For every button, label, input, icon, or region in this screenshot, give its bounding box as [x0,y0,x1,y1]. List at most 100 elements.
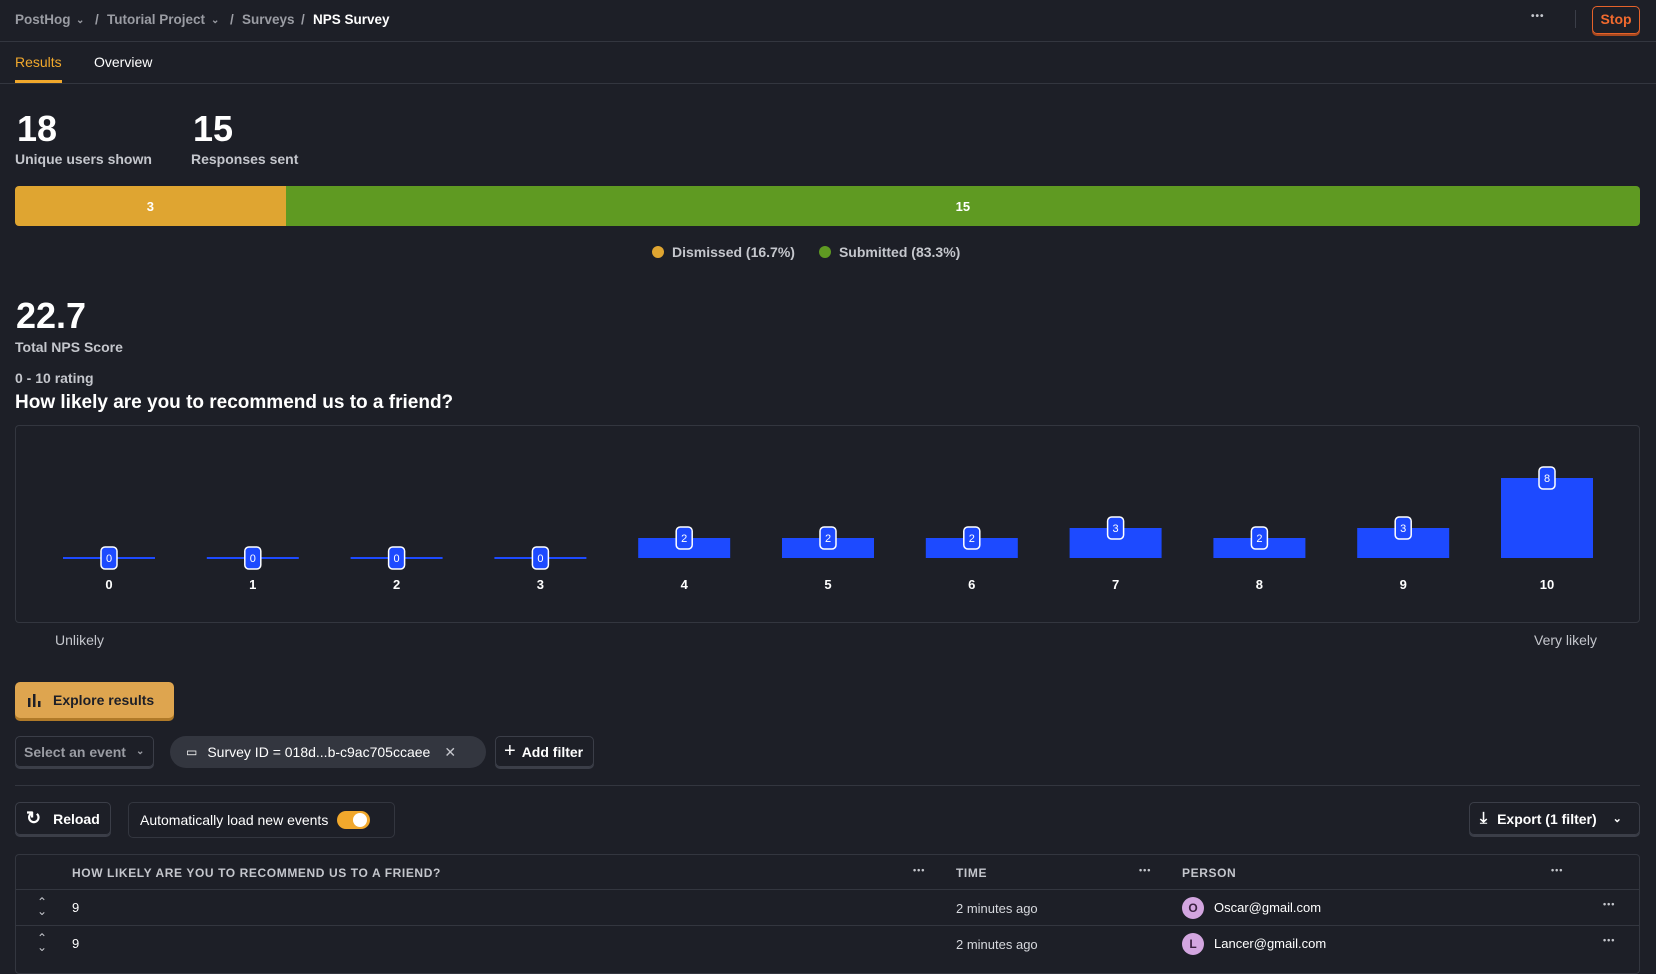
column-menu-button[interactable]: ••• [1139,865,1151,875]
divider [15,785,1640,786]
progress-legend: Dismissed (16.7%) Submitted (83.3%) [652,244,960,260]
breadcrumb-project[interactable]: Tutorial Project [107,12,205,27]
chevron-down-icon[interactable]: ⌄ [211,15,219,26]
rating-chart: 0 0 0 1 0 2 0 3 2 4 2 5 2 6 3 7 2 8 3 9 8 10 [15,425,1640,623]
explore-results-button[interactable]: Explore results [15,682,174,718]
question-text: How likely are you to recommend us to a … [15,392,454,413]
plus-icon: + [504,740,516,762]
data-label: 0 [106,553,112,565]
time-cell: 2 minutes ago [956,937,1038,952]
person-cell[interactable]: Lancer@gmail.com [1214,936,1326,951]
top-bar: PostHog ⌄ / Tutorial Project ⌄ / Surveys… [0,0,1656,42]
dismissed-dot-icon [652,246,664,258]
breadcrumb-surveys[interactable]: Surveys [242,12,295,27]
column-header-answer[interactable]: HOW LIKELY ARE YOU TO RECOMMEND US TO A … [72,866,441,880]
unique-users-shown-label: Unique users shown [15,151,152,167]
auto-load-toggle-container: Automatically load new events [128,802,395,838]
unique-users-shown-value: 18 [17,108,58,149]
data-label: 0 [394,553,400,565]
x-tick-label: 1 [249,577,256,592]
active-tab-indicator [15,80,62,83]
explore-results-label: Explore results [53,692,155,708]
auto-load-label: Automatically load new events [140,812,329,828]
nps-score-label: Total NPS Score [15,339,123,355]
tab-overview[interactable]: Overview [94,54,152,70]
x-tick-label: 0 [105,577,112,592]
breadcrumb-current: NPS Survey [313,12,390,27]
close-icon[interactable]: ✕ [444,744,456,761]
table-row[interactable]: ⌃ ⌄ 9 2 minutes ago L Lancer@gmail.com ••… [15,925,1640,961]
filter-chip-label: Survey ID = 018d...b-c9ac705ccaee [207,744,431,760]
breadcrumb-org[interactable]: PostHog [15,12,71,27]
column-menu-button[interactable]: ••• [913,865,925,875]
very-likely-label: Very likely [1534,632,1598,648]
x-tick-label: 2 [393,577,400,592]
answer-cell: 9 [72,936,80,951]
row-menu-button[interactable]: ••• [1603,899,1615,909]
reload-button[interactable]: ↻ Reload [15,802,111,835]
data-label: 0 [537,553,543,565]
rating-chart-svg: 00010203242526372839810 [63,466,1593,592]
reload-label: Reload [53,810,100,827]
column-header-person[interactable]: PERSON [1182,866,1236,880]
auto-load-toggle[interactable] [337,811,371,829]
chevron-down-icon[interactable]: ⌄ [76,15,84,26]
person-cell[interactable]: Oscar@gmail.com [1214,900,1321,915]
export-button[interactable]: ⤓ Export (1 filter) ⌄ [1469,802,1640,835]
select-event-label: Select an event [24,743,126,760]
nps-score-value: 22.7 [16,295,87,336]
question-type: 0 - 10 rating [15,370,94,386]
data-label: 2 [825,533,831,545]
data-label: 3 [1113,523,1119,535]
tab-results[interactable]: Results [15,54,62,70]
legend-dismissed: Dismissed (16.7%) [672,244,795,260]
column-menu-button[interactable]: ••• [1551,865,1563,875]
x-tick-label: 10 [1540,577,1554,592]
stop-survey-button[interactable]: Stop [1592,6,1640,34]
x-tick-label: 5 [824,577,831,592]
download-icon: ⤓ [1480,809,1488,827]
x-tick-label: 7 [1112,577,1119,592]
expand-row-icon[interactable]: ⌃ ⌄ [37,932,47,953]
x-tick-label: 6 [968,577,975,592]
chevron-down-icon: ⌄ [135,746,145,757]
expand-row-icon[interactable]: ⌃ ⌄ [37,896,47,917]
responses-sent-label: Responses sent [191,151,299,167]
more-menu-button[interactable]: ••• [1531,11,1545,22]
legend-submitted: Submitted (83.3%) [838,244,961,260]
dismissed-count: 3 [146,198,155,214]
table-row[interactable]: ⌃ ⌄ 9 2 minutes ago O Oscar@gmail.com ••• [15,889,1640,925]
tab-bar: Results Overview [0,42,1656,84]
data-label: 2 [1256,533,1262,545]
x-tick-label: 4 [681,577,689,592]
breadcrumb-separator: / [301,12,305,27]
bar-chart-icon [28,694,41,707]
responses-sent-value: 15 [193,108,234,149]
avatar: L [1182,933,1204,955]
export-label: Export (1 filter) [1497,810,1597,827]
submitted-segment: 15 [285,186,1640,226]
x-tick-label: 3 [537,577,544,592]
submitted-count: 15 [955,198,971,214]
submitted-dot-icon [818,246,831,258]
reload-icon: ↻ [26,808,42,828]
bar [1501,478,1593,558]
select-event-dropdown[interactable]: Select an event ⌄ [15,736,154,767]
time-cell: 2 minutes ago [956,901,1038,916]
data-label: 3 [1400,523,1406,535]
chevron-down-icon: ⌄ [1612,813,1622,825]
table-header: HOW LIKELY ARE YOU TO RECOMMEND US TO A … [15,855,1640,889]
data-label: 0 [250,553,256,565]
column-header-time[interactable]: TIME [956,866,987,880]
avatar: O [1182,897,1204,919]
x-tick-label: 9 [1400,577,1407,592]
data-label: 8 [1544,473,1550,485]
divider [1575,10,1576,28]
filter-chip[interactable]: ▭ Survey ID = 018d...b-c9ac705ccaee ✕ [170,736,486,768]
dismissed-segment: 3 [15,186,286,226]
data-label: 2 [681,533,687,545]
answer-cell: 9 [72,900,80,915]
breadcrumb-separator: / [230,12,234,27]
row-menu-button[interactable]: ••• [1603,935,1615,945]
add-filter-button[interactable]: + Add filter [495,736,594,767]
